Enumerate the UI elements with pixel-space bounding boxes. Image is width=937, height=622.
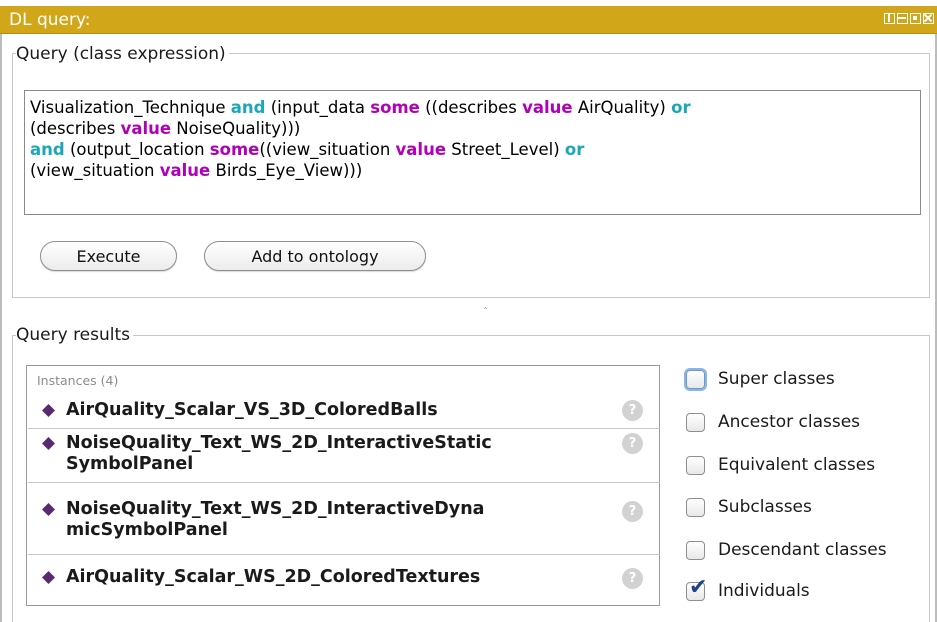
instance-name: NoiseQuality_Text_WS_2D_InteractiveStati… <box>66 433 492 474</box>
super-classes-label: Super classes <box>718 369 835 389</box>
descendant-classes-label: Descendant classes <box>718 540 887 560</box>
results-group-top-border <box>12 335 930 336</box>
query-text: (output_location <box>64 140 210 159</box>
equivalent-classes-checkbox[interactable] <box>686 455 705 475</box>
query-text: NoiseQuality))) <box>171 119 301 138</box>
keyword-some: some <box>209 140 260 159</box>
results-group-right-border <box>929 335 930 622</box>
window-title: DL query: <box>9 10 91 30</box>
tile-horizontal-icon[interactable] <box>897 13 908 24</box>
help-icon[interactable]: ? <box>622 400 643 421</box>
list-item[interactable]: NoiseQuality_Text_WS_2D_InteractiveStati… <box>42 433 656 475</box>
execute-button[interactable]: Execute <box>40 241 177 271</box>
keyword-value: value <box>120 119 172 138</box>
option-descendant-classes[interactable]: Descendant classes <box>686 540 887 560</box>
subclasses-checkbox[interactable] <box>686 497 705 517</box>
query-text: Birds_Eye_View))) <box>210 161 363 180</box>
help-icon[interactable]: ? <box>622 568 643 589</box>
close-icon[interactable] <box>923 13 934 24</box>
query-group-left-border <box>12 53 13 297</box>
option-individuals[interactable]: ✔ Individuals <box>686 576 810 601</box>
query-text: (view_situation <box>30 161 160 180</box>
instance-name: AirQuality_Scalar_WS_2D_ColoredTextures <box>66 567 481 587</box>
query-text: (describes <box>30 119 121 138</box>
individuals-label: Individuals <box>718 581 810 601</box>
super-classes-checkbox[interactable] <box>686 369 705 389</box>
list-item[interactable]: NoiseQuality_Text_WS_2D_InteractiveDyna … <box>42 499 656 541</box>
keyword-value: value <box>395 140 447 159</box>
list-item[interactable]: AirQuality_Scalar_VS_3D_ColoredBalls ? <box>42 400 656 421</box>
window-controls <box>884 13 934 24</box>
instance-diamond-icon <box>42 571 55 584</box>
ancestor-classes-checkbox[interactable] <box>686 412 705 432</box>
keyword-value: value <box>159 161 211 180</box>
option-super-classes[interactable]: Super classes <box>686 369 835 389</box>
float-icon[interactable] <box>910 13 921 24</box>
help-icon[interactable]: ? <box>622 433 643 454</box>
equivalent-classes-label: Equivalent classes <box>718 455 876 475</box>
query-group-bottom-border <box>12 297 930 298</box>
query-text: Visualization_Technique <box>30 98 231 117</box>
list-divider <box>28 554 660 555</box>
list-divider <box>28 428 660 429</box>
ancestor-classes-label: Ancestor classes <box>718 412 861 432</box>
instance-diamond-icon <box>42 437 55 450</box>
instance-name: AirQuality_Scalar_VS_3D_ColoredBalls <box>66 400 438 420</box>
tile-vertical-icon[interactable] <box>884 13 895 24</box>
list-item[interactable]: AirQuality_Scalar_WS_2D_ColoredTextures … <box>42 567 656 589</box>
results-group-left-border <box>12 335 13 622</box>
option-equivalent-classes[interactable]: Equivalent classes <box>686 455 875 475</box>
instance-diamond-icon <box>42 503 55 516</box>
query-group-right-border <box>929 53 930 297</box>
instance-diamond-icon <box>42 404 55 417</box>
splitter-handle[interactable]: ˆ <box>483 307 488 318</box>
help-icon[interactable]: ? <box>622 501 643 522</box>
keyword-and: and <box>230 98 266 117</box>
option-ancestor-classes[interactable]: Ancestor classes <box>686 412 860 432</box>
add-to-ontology-button[interactable]: Add to ontology <box>204 241 426 271</box>
instances-header: Instances (4) <box>37 373 119 388</box>
query-text: ((view_situation <box>259 140 396 159</box>
query-text: Street_Level) <box>446 140 565 159</box>
descendant-classes-checkbox[interactable] <box>686 540 705 560</box>
query-text: (input_data <box>265 98 371 117</box>
keyword-some: some <box>370 98 420 117</box>
instance-name: NoiseQuality_Text_WS_2D_InteractiveDyna … <box>66 499 485 540</box>
keyword-or: or <box>671 98 691 117</box>
keyword-and: and <box>30 140 65 159</box>
query-text: ((describes <box>419 98 523 117</box>
keyword-value: value <box>522 98 573 117</box>
class-expression-editor[interactable]: Visualization_Technique and (input_data … <box>24 90 921 215</box>
checkmark-icon: ✔ <box>689 574 708 600</box>
dl-query-titlebar: DL query: <box>0 6 937 34</box>
keyword-or: or <box>564 140 585 159</box>
results-group-label: Query results <box>16 325 134 345</box>
query-text: AirQuality) <box>572 98 672 117</box>
subclasses-label: Subclasses <box>718 497 812 517</box>
individuals-checkbox[interactable]: ✔ <box>686 576 707 601</box>
option-subclasses[interactable]: Subclasses <box>686 497 812 517</box>
list-divider <box>28 482 660 483</box>
instances-list[interactable]: Instances (4) AirQuality_Scalar_VS_3D_Co… <box>26 365 660 606</box>
query-group-label: Query (class expression) <box>16 44 229 64</box>
